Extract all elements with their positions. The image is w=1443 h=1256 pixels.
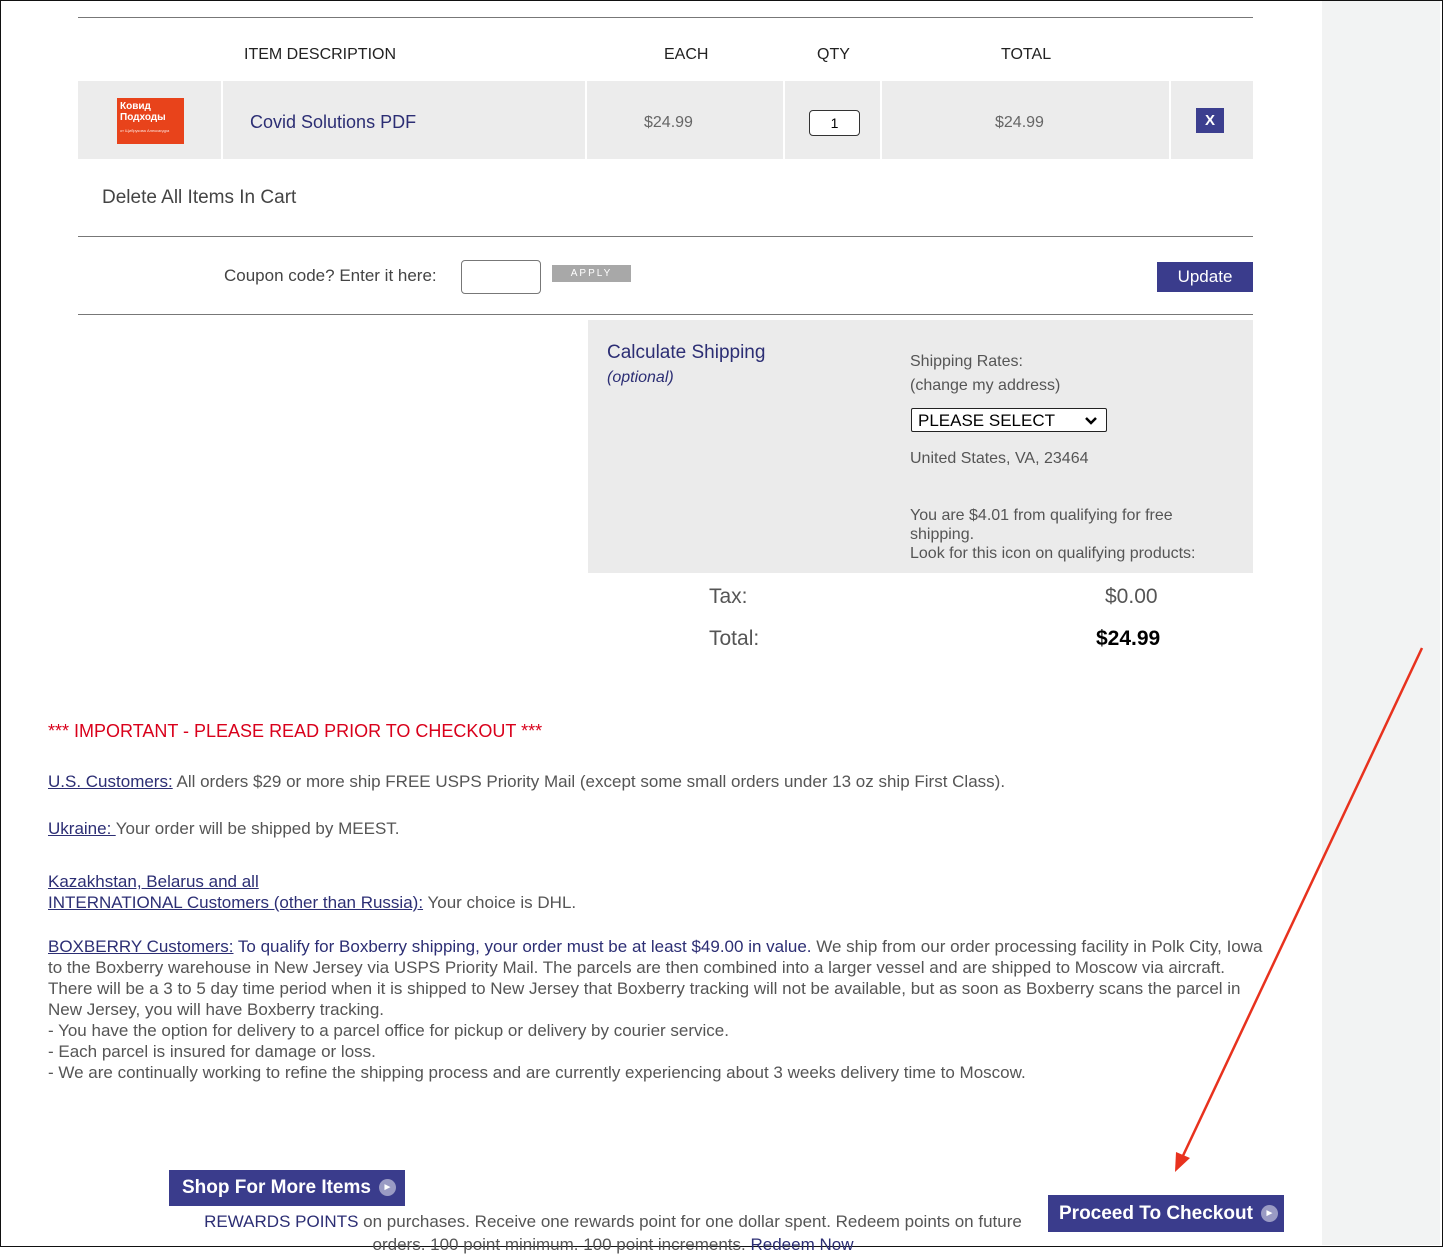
- annotation-arrow-icon: [1175, 647, 1424, 1172]
